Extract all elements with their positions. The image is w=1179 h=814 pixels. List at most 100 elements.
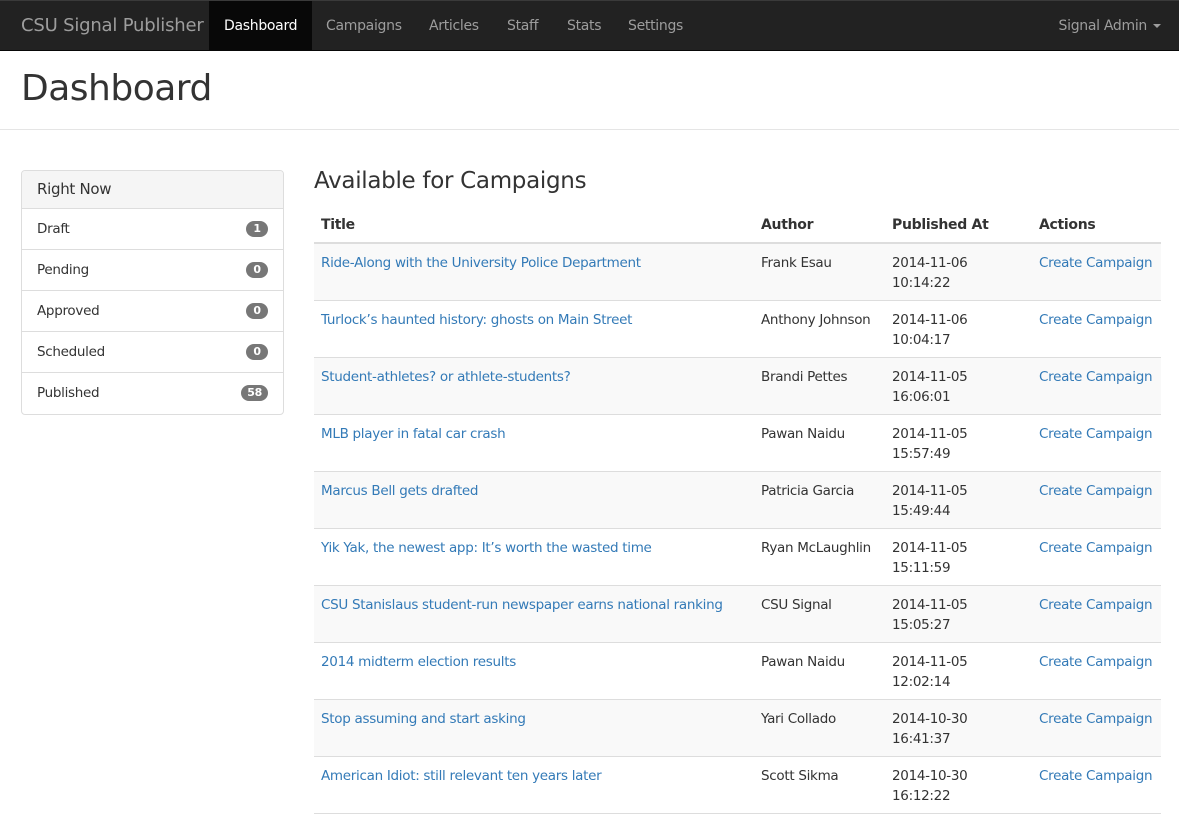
published-at-cell: 2014-11-05 15:11:59 — [885, 528, 1032, 586]
author-cell: Yari Collado — [754, 699, 885, 757]
nav-dashboard[interactable]: Dashboard — [209, 1, 313, 51]
status-item-approved[interactable]: Approved 0 — [22, 291, 283, 332]
article-title-link[interactable]: CSU Stanislaus student-run newspaper ear… — [321, 597, 723, 613]
create-campaign-link[interactable]: Create Campaign — [1039, 540, 1153, 556]
published-at-cell: 2014-11-05 12:02:14 — [885, 642, 1032, 700]
article-title-link[interactable]: Turlock’s haunted history: ghosts on Mai… — [321, 312, 632, 328]
count-badge: 1 — [246, 221, 268, 237]
create-campaign-link[interactable]: Create Campaign — [1039, 483, 1153, 499]
published-time: 12:02:14 — [892, 673, 951, 690]
nav-settings[interactable]: Settings — [613, 1, 698, 51]
create-campaign-link[interactable]: Create Campaign — [1039, 711, 1153, 727]
published-at-cell: 2014-11-06 10:14:22 — [885, 243, 1032, 301]
author-cell: Scott Sikma — [754, 756, 885, 814]
published-date: 2014-11-06 — [892, 255, 968, 271]
table-row: Ride-Along with the University Police De… — [314, 243, 1161, 301]
nav-staff[interactable]: Staff — [492, 1, 553, 51]
author-cell: Patricia Garcia — [754, 471, 885, 529]
create-campaign-link[interactable]: Create Campaign — [1039, 426, 1153, 442]
published-time: 15:57:49 — [892, 445, 951, 462]
table-row: Marcus Bell gets drafted Patricia Garcia 2… — [314, 471, 1161, 529]
create-campaign-link[interactable]: Create Campaign — [1039, 369, 1153, 385]
published-at-cell: 2014-11-05 15:49:44 — [885, 471, 1032, 529]
create-campaign-link[interactable]: Create Campaign — [1039, 654, 1153, 670]
status-label: Pending — [37, 262, 89, 278]
column-header-title[interactable]: Title — [314, 208, 754, 244]
published-time: 16:06:01 — [892, 388, 951, 405]
count-badge: 0 — [246, 303, 268, 319]
title-cell: 2014 midterm election results — [314, 642, 754, 700]
published-at-cell: 2014-11-05 16:06:01 — [885, 357, 1032, 415]
published-time: 16:41:37 — [892, 730, 951, 747]
status-item-published[interactable]: Published 58 — [22, 373, 283, 414]
status-label: Scheduled — [37, 344, 105, 360]
column-header-author[interactable]: Author — [754, 208, 885, 244]
article-title-link[interactable]: Yik Yak, the newest app: It’s worth the … — [321, 540, 652, 556]
status-item-scheduled[interactable]: Scheduled 0 — [22, 332, 283, 373]
create-campaign-link[interactable]: Create Campaign — [1039, 255, 1153, 271]
article-title-link[interactable]: MLB player in fatal car crash — [321, 426, 506, 442]
title-cell: CSU Stanislaus student-run newspaper ear… — [314, 585, 754, 643]
status-label: Draft — [37, 221, 70, 237]
actions-cell: Create Campaign — [1032, 471, 1161, 529]
title-cell: Yik Yak, the newest app: It’s worth the … — [314, 528, 754, 586]
user-menu[interactable]: Signal Admin — [1059, 1, 1161, 51]
nav-campaigns[interactable]: Campaigns — [311, 1, 417, 51]
table-row: Turlock’s haunted history: ghosts on Mai… — [314, 300, 1161, 358]
published-date: 2014-11-05 — [892, 482, 968, 499]
count-badge: 0 — [246, 262, 268, 278]
actions-cell: Create Campaign — [1032, 528, 1161, 586]
published-date: 2014-11-05 — [892, 368, 968, 385]
page-title: Dashboard — [21, 68, 212, 109]
column-header-published-at[interactable]: Published At — [885, 208, 1032, 244]
nav-stats[interactable]: Stats — [552, 1, 616, 51]
article-title-link[interactable]: Ride-Along with the University Police De… — [321, 255, 641, 271]
count-badge: 58 — [241, 385, 268, 401]
published-time: 15:11:59 — [892, 559, 951, 576]
published-date: 2014-11-05 — [892, 425, 968, 442]
published-at-cell: 2014-10-30 16:41:37 — [885, 699, 1032, 757]
published-at-cell: 2014-11-05 15:57:49 — [885, 414, 1032, 472]
author-cell: Brandi Pettes — [754, 357, 885, 415]
title-cell: Stop assuming and start asking — [314, 699, 754, 757]
nav-articles[interactable]: Articles — [414, 1, 494, 51]
status-label: Approved — [37, 303, 100, 319]
published-at-cell: 2014-11-06 10:04:17 — [885, 300, 1032, 358]
table-row: American Idiot: still relevant ten years… — [314, 756, 1161, 814]
table-row: Yik Yak, the newest app: It’s worth the … — [314, 528, 1161, 586]
table-row: Student-athletes? or athlete-students? Br… — [314, 357, 1161, 415]
table-row: 2014 midterm election results Pawan Naidu… — [314, 642, 1161, 700]
actions-cell: Create Campaign — [1032, 699, 1161, 757]
article-title-link[interactable]: Marcus Bell gets drafted — [321, 483, 479, 499]
table-row: MLB player in fatal car crash Pawan Naidu… — [314, 414, 1161, 472]
create-campaign-link[interactable]: Create Campaign — [1039, 597, 1153, 613]
section-title: Available for Campaigns — [314, 168, 587, 194]
brand-logo[interactable]: CSU Signal Publisher — [21, 1, 204, 51]
top-navbar: CSU Signal Publisher Dashboard Campaigns… — [0, 0, 1179, 51]
count-badge: 0 — [246, 344, 268, 360]
title-cell: American Idiot: still relevant ten years… — [314, 756, 754, 814]
article-title-link[interactable]: Stop assuming and start asking — [321, 711, 526, 727]
page-header: Dashboard — [0, 51, 1179, 130]
status-item-draft[interactable]: Draft 1 — [22, 209, 283, 250]
create-campaign-link[interactable]: Create Campaign — [1039, 312, 1153, 328]
title-cell: MLB player in fatal car crash — [314, 414, 754, 472]
column-header-actions: Actions — [1032, 208, 1161, 244]
published-time: 15:05:27 — [892, 616, 951, 633]
actions-cell: Create Campaign — [1032, 642, 1161, 700]
panel-heading: Right Now — [22, 171, 283, 209]
create-campaign-link[interactable]: Create Campaign — [1039, 768, 1153, 784]
article-title-link[interactable]: Student-athletes? or athlete-students? — [321, 369, 571, 385]
article-title-link[interactable]: 2014 midterm election results — [321, 654, 516, 670]
published-date: 2014-11-05 — [892, 596, 968, 613]
actions-cell: Create Campaign — [1032, 357, 1161, 415]
user-name: Signal Admin — [1058, 18, 1148, 34]
article-title-link[interactable]: American Idiot: still relevant ten years… — [321, 768, 602, 784]
actions-cell: Create Campaign — [1032, 243, 1161, 301]
status-item-pending[interactable]: Pending 0 — [22, 250, 283, 291]
published-time: 10:14:22 — [892, 275, 951, 291]
title-cell: Marcus Bell gets drafted — [314, 471, 754, 529]
campaigns-table: Title Author Published At Actions Ride-A… — [314, 208, 1161, 814]
author-cell: Frank Esau — [754, 243, 885, 301]
author-cell: Anthony Johnson — [754, 300, 885, 358]
